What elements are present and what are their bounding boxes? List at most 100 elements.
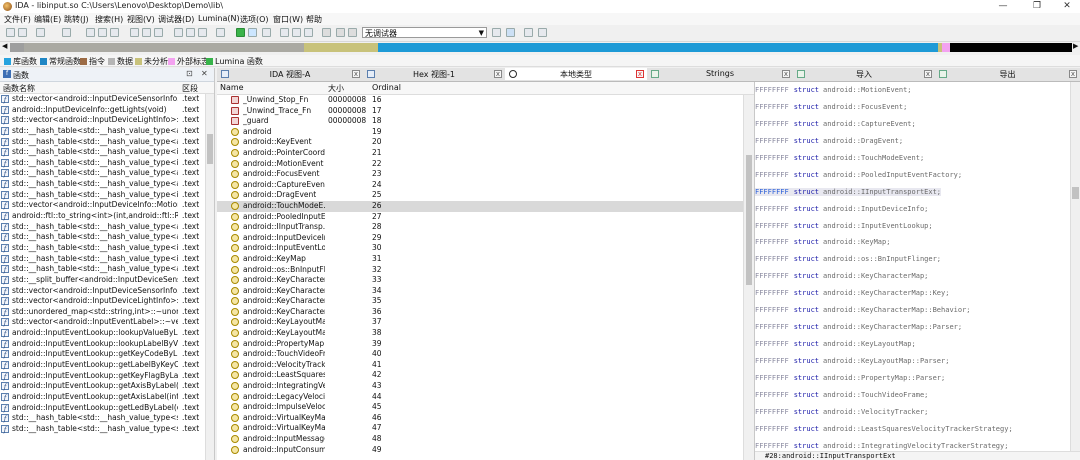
local-type-row[interactable]: android::KeyLayoutMa... 38	[217, 328, 743, 339]
pause-icon[interactable]	[336, 28, 345, 37]
hex-icon[interactable]	[262, 28, 271, 37]
function-row[interactable]: f android::InputEventLookup::getLabelByKe…	[0, 360, 204, 371]
function-row[interactable]: f std::vector<android::InputEventLabel>::…	[0, 317, 204, 328]
function-row[interactable]: f android::InputDeviceInfo::getLights(voi…	[0, 105, 204, 116]
function-row[interactable]: f std::__hash_table<std::__hash_value_typ…	[0, 147, 204, 158]
menu-debugger[interactable]: 调试器(D)	[158, 14, 194, 25]
close-tab-icon[interactable]: x	[352, 70, 360, 78]
close-tab-icon[interactable]: x	[636, 70, 644, 78]
enum-icon[interactable]	[186, 28, 195, 37]
local-type-row[interactable]: android::DragEvent 25	[217, 190, 743, 201]
col-name[interactable]: Name	[220, 83, 244, 92]
function-row[interactable]: f std::vector<android::InputDeviceInfo::M…	[0, 200, 204, 211]
text-icon[interactable]	[216, 28, 225, 37]
col-segment[interactable]: 区段	[182, 83, 198, 94]
menu-help[interactable]: 帮助	[306, 14, 322, 25]
menu-search[interactable]: 搜索(H)	[95, 14, 123, 25]
close-panel-button[interactable]: ✕	[201, 69, 208, 78]
save-icon[interactable]	[18, 28, 27, 37]
tab-ida-view[interactable]: IDA 视图-A x	[217, 68, 364, 80]
local-type-row[interactable]: android::ImpulseVeloc... 45	[217, 402, 743, 413]
local-type-row[interactable]: android::PointerCoords 21	[217, 148, 743, 159]
declaration-line[interactable]: FFFFFFFF struct android::TouchModeEvent;	[755, 150, 1067, 167]
col-size[interactable]: 大小	[328, 83, 344, 94]
declaration-line[interactable]: FFFFFFFF struct android::IInputTransportEx…	[755, 184, 1067, 201]
local-type-row[interactable]: android::LegacyVelocit... 44	[217, 392, 743, 403]
nav-left-arrow-icon[interactable]: ◀	[2, 42, 7, 50]
declaration-line[interactable]: FFFFFFFF struct android::KeyLayoutMap;	[755, 336, 1067, 353]
name-icon[interactable]	[142, 28, 151, 37]
local-types-scrollbar[interactable]	[743, 95, 754, 460]
function-row[interactable]: f android::InputEventLookup::getKeyCodeBy…	[0, 349, 204, 360]
code-icon[interactable]	[86, 28, 95, 37]
close-tab-icon[interactable]: x	[1069, 70, 1077, 78]
declaration-line[interactable]: FFFFFFFF struct android::InputDeviceInfo;	[755, 201, 1067, 218]
close-tab-icon[interactable]: x	[924, 70, 932, 78]
function-row[interactable]: f std::vector<android::InputDeviceSensorI…	[0, 94, 204, 105]
local-type-row[interactable]: android::os::BnInputFli... 32	[217, 265, 743, 276]
declaration-line[interactable]: FFFFFFFF struct android::PooledInputEventF…	[755, 167, 1067, 184]
function-row[interactable]: f std::__hash_table<std::__hash_value_typ…	[0, 126, 204, 137]
local-type-row[interactable]: android::PropertyMap:... 39	[217, 339, 743, 350]
close-tab-icon[interactable]: x	[494, 70, 502, 78]
local-type-row[interactable]: android::InputEventLo... 30	[217, 243, 743, 254]
string-icon[interactable]	[110, 28, 119, 37]
local-type-row[interactable]: android::LeastSquares... 42	[217, 370, 743, 381]
nav-right-arrow-icon[interactable]: ▶	[1073, 42, 1078, 50]
local-type-row[interactable]: android::MotionEvent 22	[217, 159, 743, 170]
function-row[interactable]: f std::__hash_table<std::__hash_value_typ…	[0, 222, 204, 233]
open-icon[interactable]	[6, 28, 15, 37]
declaration-line[interactable]: FFFFFFFF struct android::VelocityTracker;	[755, 404, 1067, 421]
local-type-row[interactable]: _Unwind_Stop_Fn 00000008 16	[217, 95, 743, 106]
declaration-line[interactable]: FFFFFFFF struct android::KeyCharacterMap::…	[755, 302, 1067, 319]
col-function-name[interactable]: 函数名称	[3, 83, 35, 94]
menu-lumina[interactable]: Lumina(N)	[198, 14, 240, 23]
declaration-line[interactable]: FFFFFFFF struct android::InputEventLookup;	[755, 218, 1067, 235]
function-row[interactable]: f android::InputEventLookup::getLedByLabe…	[0, 403, 204, 414]
close-window-button[interactable]: ✕	[1054, 0, 1080, 13]
undefine-icon[interactable]	[130, 28, 139, 37]
maximize-button[interactable]: ❐	[1024, 0, 1050, 13]
local-type-row[interactable]: _Unwind_Trace_Fn 00000008 17	[217, 106, 743, 117]
local-type-row[interactable]: android::TouchVideoFr... 40	[217, 349, 743, 360]
local-type-row[interactable]: android::FocusEvent 23	[217, 169, 743, 180]
menu-window[interactable]: 窗口(W)	[273, 14, 303, 25]
function-row[interactable]: f std::__hash_table<std::__hash_value_typ…	[0, 190, 204, 201]
local-type-row[interactable]: android::KeyLayoutMap 37	[217, 317, 743, 328]
functions-scrollbar[interactable]	[205, 94, 214, 460]
tab-local-types[interactable]: 本地类型 x	[505, 68, 648, 80]
local-type-row[interactable]: android::IInputTransp... 28	[217, 222, 743, 233]
function-row[interactable]: f std::__hash_table<std::__hash_value_typ…	[0, 243, 204, 254]
comment-icon[interactable]	[154, 28, 163, 37]
function-row[interactable]: f android::InputEventLookup::getKeyFlagBy…	[0, 371, 204, 382]
declaration-line[interactable]: FFFFFFFF struct android::FocusEvent;	[755, 99, 1067, 116]
col-ordinal[interactable]: Ordinal	[372, 83, 401, 92]
run-icon[interactable]	[322, 28, 331, 37]
local-type-row[interactable]: android::InputDeviceInfo 29	[217, 233, 743, 244]
minimize-button[interactable]: —	[990, 0, 1016, 13]
declaration-line[interactable]: FFFFFFFF struct android::os::BnInputFlinge…	[755, 251, 1067, 268]
local-type-row[interactable]: android::VirtualKeyMap 46	[217, 413, 743, 424]
function-row[interactable]: f std::unordered_map<std::string,int>::~u…	[0, 307, 204, 318]
tab-exports[interactable]: 导出 x	[935, 68, 1080, 80]
navigation-bar[interactable]	[10, 43, 1072, 52]
declaration-line[interactable]: FFFFFFFF struct android::TouchVideoFrame;	[755, 387, 1067, 404]
data-icon[interactable]	[98, 28, 107, 37]
declaration-line[interactable]: FFFFFFFF struct android::KeyCharacterMap::…	[755, 285, 1067, 302]
view-icon[interactable]	[248, 28, 257, 37]
debugger-select[interactable]: 无调试器 ▼	[362, 27, 487, 38]
declaration-line[interactable]: FFFFFFFF struct android::MotionEvent;	[755, 82, 1067, 99]
declaration-line[interactable]: FFFFFFFF struct android::CaptureEvent;	[755, 116, 1067, 133]
local-type-row[interactable]: android 19	[217, 127, 743, 138]
local-type-row[interactable]: android::CaptureEvent 24	[217, 180, 743, 191]
stop-icon[interactable]	[280, 28, 289, 37]
lumina-icon[interactable]	[236, 28, 245, 37]
struct-icon[interactable]	[174, 28, 183, 37]
add-icon[interactable]	[524, 28, 533, 37]
float-panel-button[interactable]: ⊡	[186, 69, 193, 78]
local-type-row[interactable]: android::InputConsumer 49	[217, 445, 743, 456]
local-type-row[interactable]: android::VirtualKeyMa... 47	[217, 423, 743, 434]
declaration-scrollbar[interactable]	[1070, 82, 1080, 452]
tab-imports[interactable]: 导入 x	[793, 68, 936, 80]
process-options-icon[interactable]	[492, 28, 501, 37]
